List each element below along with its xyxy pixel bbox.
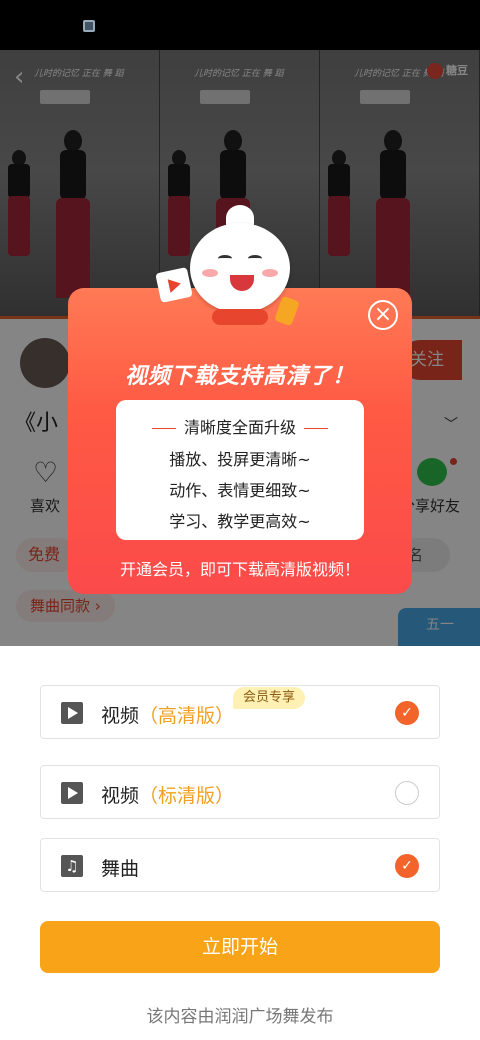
popup-feature-card: 清晰度全面升级 播放、投屏更清晰~ 动作、表情更细致~ 学习、教学更高效~ (116, 400, 364, 540)
hd-download-popup: 视频下载支持高清了！ 清晰度全面升级 播放、投屏更清晰~ 动作、表情更细致~ 学… (68, 288, 412, 594)
option-quality-tag: （高清版） (139, 705, 235, 727)
option-label: 视频（高清版） (101, 701, 234, 728)
option-name: 视频 (101, 785, 140, 807)
option-name: 视频 (101, 705, 140, 727)
option-label: 舞曲 (101, 854, 139, 881)
checked-icon[interactable]: ✓ (395, 701, 419, 725)
vip-exclusive-badge: 会员专享 (233, 687, 305, 709)
play-icon (61, 702, 83, 724)
option-name: 舞曲 (101, 858, 140, 880)
option-video-sd[interactable]: 视频（标清版） (40, 765, 440, 819)
close-icon[interactable]: × (368, 300, 398, 330)
popup-cta-text[interactable]: 开通会员，即可下载高清版视频！ (68, 556, 412, 580)
option-quality-tag: （标清版） (139, 785, 235, 807)
option-label: 视频（标清版） (101, 781, 234, 808)
unchecked-radio-icon[interactable] (395, 781, 419, 805)
popup-heading: 视频下载支持高清了！ (124, 364, 355, 389)
feature-line: 动作、表情更细致~ (169, 481, 311, 500)
play-icon (61, 782, 83, 804)
checked-icon[interactable]: ✓ (395, 854, 419, 878)
feature-line: 学习、教学更高效~ (169, 512, 311, 531)
status-bar (0, 0, 480, 50)
card-title: 清晰度全面升级 (116, 414, 364, 438)
mascot-illustration (190, 205, 290, 325)
notification-icon (83, 20, 95, 32)
publisher-note: 该内容由润润广场舞发布 (146, 1007, 334, 1027)
option-music[interactable]: ♫ 舞曲 ✓ (40, 838, 440, 892)
start-button[interactable]: 立即开始 (40, 921, 440, 973)
music-note-icon: ♫ (61, 855, 83, 877)
feature-line: 播放、投屏更清晰~ (169, 450, 311, 469)
